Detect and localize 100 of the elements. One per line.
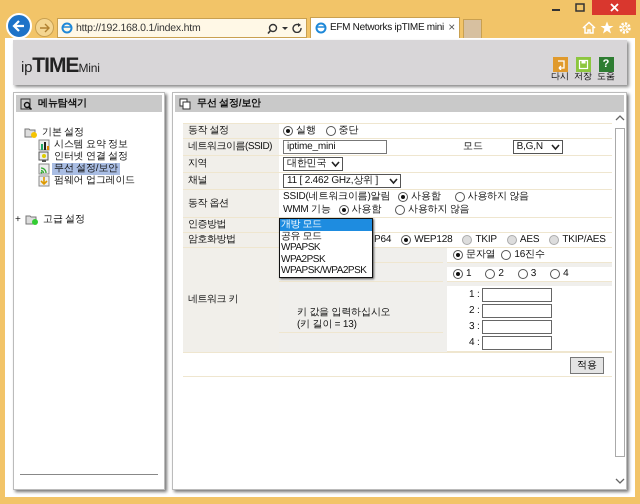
browser-tab[interactable]: EFM Networks ipTIME mini ×: [310, 17, 460, 38]
key-number: 3 :: [469, 320, 480, 332]
window-icon: [179, 98, 191, 110]
key-number: 2 :: [469, 304, 480, 316]
help-icon: ?: [598, 57, 614, 72]
help-button[interactable]: ? 도움: [597, 57, 615, 82]
radio-button[interactable]: [453, 269, 463, 279]
tree-item[interactable]: 인터넷 연결 설정: [52, 151, 130, 163]
field-label: 동작 옵션: [188, 198, 228, 210]
reload-button[interactable]: 다시: [551, 57, 569, 82]
close-button[interactable]: [592, 0, 636, 15]
key-number: 1 :: [469, 288, 480, 300]
radio-button[interactable]: [398, 192, 408, 202]
radio-button[interactable]: [518, 269, 528, 279]
radio-button[interactable]: [454, 192, 465, 202]
field-label: 동작 설정: [188, 125, 228, 137]
dropdown-option[interactable]: WPAPSK/WPA2PSK: [280, 265, 372, 276]
chevron-icon: [389, 177, 398, 185]
field-label: 지역: [188, 158, 207, 170]
scroll-down-icon[interactable]: [615, 477, 625, 485]
radio-button[interactable]: [326, 126, 336, 136]
field-label: 암호화방법: [188, 234, 236, 246]
wireless-icon: [38, 163, 50, 175]
radio-option[interactable]: 문자열: [453, 249, 496, 261]
radio-button[interactable]: [283, 126, 293, 136]
radio-button[interactable]: [453, 250, 463, 260]
radio-button[interactable]: [338, 205, 349, 215]
mode-select[interactable]: B,G,N: [512, 140, 563, 154]
search-icon: [20, 98, 32, 110]
dropdown-select[interactable]: 대한민국: [283, 157, 343, 171]
browser-logo-icon: [315, 22, 327, 34]
key-number: 4 :: [469, 336, 480, 348]
apply-button[interactable]: 적용: [570, 357, 604, 374]
monitor-icon: [38, 151, 50, 163]
tree-item[interactable]: 기본 설정: [40, 126, 86, 138]
scroll-thumb[interactable]: [615, 128, 625, 457]
key-field[interactable]: [482, 304, 552, 318]
key-field[interactable]: [482, 320, 552, 334]
dropdown-option[interactable]: 개방 모드: [280, 219, 372, 230]
field-label: 모드: [463, 141, 483, 153]
option-label: WMM 기능: [283, 204, 331, 216]
ssid-field[interactable]: iptime_mini: [283, 140, 387, 154]
back-arrow-icon: [12, 19, 26, 33]
expand-toggle[interactable]: +: [15, 214, 23, 226]
key-field[interactable]: [482, 288, 552, 302]
field-label: 채널: [188, 175, 207, 187]
prompt-text: 키 값을 입력하십시오: [297, 306, 390, 318]
radio-option[interactable]: 사용함: [398, 191, 441, 203]
dropdown-select[interactable]: 11 [ 2.462 GHz,상위 ]: [283, 174, 401, 188]
search-icon[interactable]: [267, 22, 278, 34]
chevron-icon: [331, 160, 340, 168]
radio-option[interactable]: 실행: [283, 125, 316, 137]
refresh-icon[interactable]: [292, 23, 303, 33]
save-button[interactable]: 저장: [574, 57, 592, 82]
dropdown-option[interactable]: 공유 모드: [280, 230, 372, 242]
radio-button[interactable]: [550, 269, 560, 279]
radio-option[interactable]: WEP128: [401, 234, 452, 246]
panel-header: 무선 설정/보안: [175, 95, 624, 112]
radio-option[interactable]: 중단: [326, 125, 358, 137]
dropdown-option[interactable]: WPAPSK: [280, 242, 372, 254]
url-text: http://192.168.0.1/index.htm: [76, 22, 202, 34]
forward-arrow-icon: [38, 22, 51, 34]
radio-option[interactable]: 사용하지 않음: [454, 191, 529, 203]
tree-item[interactable]: 펌웨어 업그레이드: [52, 175, 137, 187]
option-label: SSID(네트워크이름)알림: [283, 191, 390, 203]
browser-logo-icon: [61, 22, 73, 34]
field-label: 인증방법: [188, 219, 226, 231]
radio-option[interactable]: 사용하지 않음: [395, 204, 470, 216]
field-label: 네트워크이름(SSID): [188, 141, 272, 153]
radio-option[interactable]: 1: [453, 268, 472, 280]
option-label: P64: [374, 234, 392, 246]
tree-item[interactable]: 고급 설정: [41, 214, 87, 226]
radio-option[interactable]: 사용함: [338, 204, 382, 216]
radio-button[interactable]: [485, 269, 496, 279]
radio-option[interactable]: 4: [550, 268, 568, 280]
key-field[interactable]: [482, 336, 552, 350]
address-bar[interactable]: http://192.168.0.1/index.htm: [57, 18, 307, 38]
close-icon: [610, 3, 618, 12]
dropdown-option[interactable]: WPA2PSK: [280, 254, 372, 265]
tab-title: EFM Networks ipTIME mini: [330, 22, 445, 34]
tree-item[interactable]: 시스템 요약 정보: [52, 139, 130, 151]
back-button[interactable]: [6, 13, 32, 39]
tree-item[interactable]: 무선 설정/보안: [52, 163, 120, 175]
scroll-up-icon[interactable]: [615, 114, 625, 122]
radio-button[interactable]: [501, 250, 512, 260]
field-label: 네트워크 키: [188, 294, 238, 306]
maximize-icon: [575, 3, 585, 12]
logo: ipTIMEMini: [21, 55, 100, 76]
radio-option[interactable]: 3: [518, 268, 536, 280]
radio-option[interactable]: 16진수: [501, 249, 545, 261]
tab-close-button[interactable]: ×: [448, 21, 455, 35]
key-length-text: (키 길이 = 13): [297, 318, 357, 330]
chevron-icon: [550, 143, 560, 151]
firmware-icon: [38, 175, 50, 187]
radio-button[interactable]: [395, 205, 406, 215]
radio-option[interactable]: 2: [485, 268, 504, 280]
star-icon[interactable]: [600, 21, 614, 34]
dropdown-caret-icon[interactable]: [281, 24, 289, 32]
radio-button[interactable]: [401, 235, 412, 245]
panel-header: 메뉴탐색기: [16, 95, 162, 112]
